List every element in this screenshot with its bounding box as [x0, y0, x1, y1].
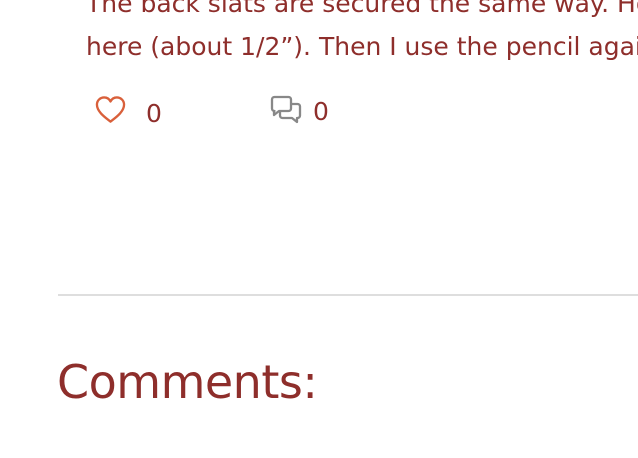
speech-bubbles-icon[interactable] [269, 95, 303, 125]
heart-outline-icon[interactable] [95, 95, 126, 125]
post-text-line: here (about 1/2”). Then I use the pencil… [86, 32, 638, 61]
section-divider [58, 294, 638, 296]
like-button[interactable]: 0 [95, 92, 162, 128]
like-count: 0 [146, 98, 162, 128]
comment-count: 0 [313, 96, 329, 126]
post-text-line: The back slats are secured the same way.… [86, 0, 638, 18]
post-body-text: The back slats are secured the same way.… [86, 0, 638, 68]
comments-link[interactable]: 0 [269, 92, 329, 128]
comments-heading: Comments: [57, 355, 318, 409]
